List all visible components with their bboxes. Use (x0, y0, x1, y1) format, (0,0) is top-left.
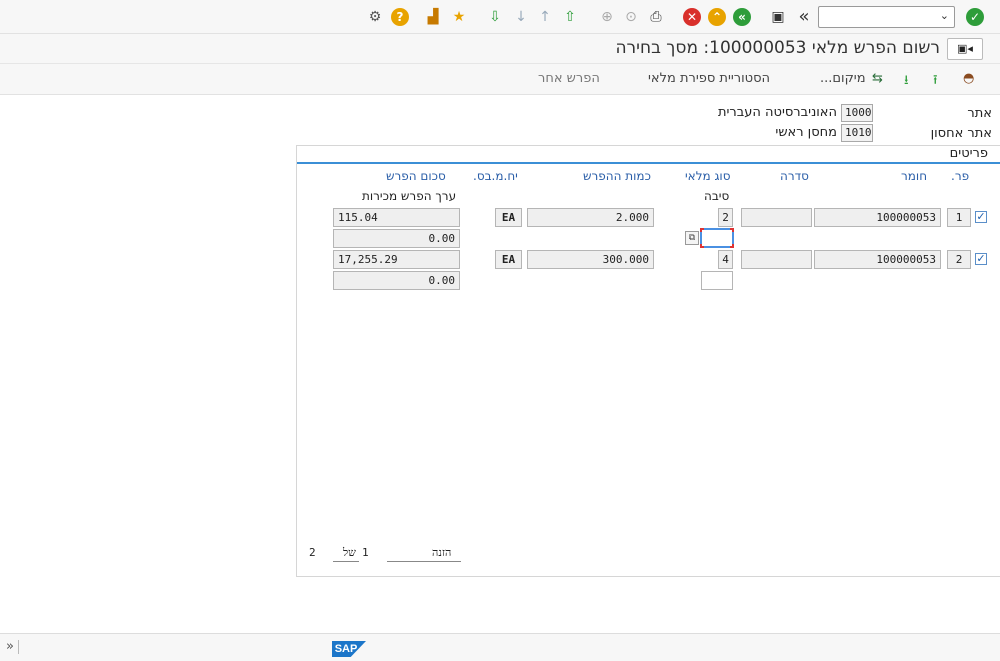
pager-total: 2 (309, 546, 316, 559)
cancel-icon[interactable]: ✕ (683, 8, 701, 26)
find-icon[interactable]: ⊙ (622, 8, 640, 26)
other-difference-button[interactable]: הפרש אחר (538, 71, 600, 86)
group-divider (297, 162, 1000, 164)
status-bar: » SAP (0, 633, 1000, 661)
col-material: חומר (901, 169, 928, 183)
batch-cell (741, 208, 812, 227)
count-history-button[interactable]: הסטוריית ספירת מלאי (648, 71, 770, 86)
page-title: רשום הפרש מלאי 100000053: מסך בחירה (615, 38, 940, 58)
reason-label: סיבה (704, 189, 730, 203)
difference-amount-cell: 17,255.29 (333, 250, 460, 269)
items-group-title: פריטים (949, 146, 988, 161)
batch-cell (741, 250, 812, 269)
row-select-checkbox[interactable]: ✓ (975, 211, 987, 223)
location-button[interactable]: מיקום... (820, 71, 866, 86)
command-field[interactable]: ⌄ (818, 6, 955, 28)
pager-of-label: של (343, 546, 356, 559)
screen-settings-icon[interactable]: ▣◂ (947, 38, 983, 60)
material-cell: 100000053 (814, 208, 941, 227)
system-toolbar: ⚙ ? ▟ ★ ⇩ ↓ ↑ ⇧ ⊕ ⊙ ⎙ ✕ ⌃ « ▣ « ⌄ ✓ (0, 0, 1000, 34)
print-icon[interactable]: ⎙ (647, 8, 665, 26)
reason-input[interactable] (700, 228, 734, 248)
plant-label: אתר (967, 106, 992, 121)
difference-qty-cell: 300.000 (527, 250, 654, 269)
download-icon[interactable]: ⭳ (904, 71, 909, 93)
pager-entry-field[interactable] (387, 561, 461, 562)
enter-icon[interactable]: ✓ (966, 8, 984, 26)
help-icon[interactable]: ? (391, 8, 409, 26)
row-select-checkbox[interactable]: ✓ (975, 253, 987, 265)
find-next-icon[interactable]: ⊕ (598, 8, 616, 26)
hat-icon[interactable]: ◓ (963, 71, 974, 86)
sales-value-diff-cell: 0.00 (333, 271, 460, 290)
plant-code-field[interactable]: 1000 (841, 104, 873, 122)
focus-corner (730, 228, 734, 232)
command-dropdown-icon[interactable]: ⌄ (940, 9, 949, 22)
pager-entry-label: הזנה (432, 546, 452, 559)
material-cell: 100000053 (814, 250, 941, 269)
pager-current-underline (333, 561, 359, 562)
application-toolbar: הפרש אחר הסטוריית ספירת מלאי מיקום... ⇆ … (0, 64, 1000, 95)
sap-logo: SAP (332, 641, 366, 657)
focus-corner (700, 244, 704, 248)
save-icon[interactable]: ▣ (769, 8, 787, 26)
stock-type-cell: 4 (718, 250, 733, 269)
value-help-icon[interactable]: ⧉ (685, 231, 699, 245)
difference-qty-cell: 2.000 (527, 208, 654, 227)
plant-name: האוניברסיטה העברית (717, 105, 837, 120)
stock-type-cell: 2 (718, 208, 733, 227)
pager-current: 1 (362, 546, 369, 559)
difference-amount-cell: 115.04 (333, 208, 460, 227)
storage-location-name: מחסן ראשי (775, 125, 837, 140)
item-number-cell: 2 (947, 250, 971, 269)
item-number-cell: 1 (947, 208, 971, 227)
col-batch: סדרה (780, 169, 809, 183)
copy-rows-icon[interactable]: ⇆ (872, 71, 883, 86)
previous-page-icon[interactable]: ↑ (536, 8, 554, 26)
reason-input[interactable] (701, 271, 733, 290)
status-divider (18, 640, 19, 654)
focus-corner (700, 228, 704, 232)
exit-icon[interactable]: ⌃ (708, 8, 726, 26)
col-base-unit: יח.מ.בס. (473, 169, 518, 183)
base-unit-cell: EA (495, 208, 522, 227)
create-session-icon[interactable]: ▟ (424, 8, 442, 26)
customize-icon[interactable]: ⚙ (366, 8, 384, 26)
first-page-icon[interactable]: ⇧ (561, 8, 579, 26)
title-bar: רשום הפרש מלאי 100000053: מסך בחירה ▣◂ (0, 34, 1000, 64)
focus-corner (730, 244, 734, 248)
col-difference-amount: סכום הפרש (386, 169, 446, 183)
col-stock-type: סוג מלאי (685, 169, 731, 183)
storage-location-code-field[interactable]: 1010 (841, 124, 873, 142)
expand-status-icon[interactable]: » (6, 639, 14, 654)
next-page-icon[interactable]: ↓ (512, 8, 530, 26)
storage-location-label: אתר אחסון (930, 126, 992, 141)
sales-value-diff-label: ערך הפרש מכירות (362, 189, 457, 203)
last-page-icon[interactable]: ⇩ (486, 8, 504, 26)
sales-value-diff-cell: 0.00 (333, 229, 460, 248)
base-unit-cell: EA (495, 250, 522, 269)
col-difference-qty: כמות ההפרש (583, 169, 651, 183)
upload-icon[interactable]: ⭱ (933, 71, 938, 93)
shortcut-icon[interactable]: ★ (450, 8, 468, 26)
back-icon[interactable]: « (733, 8, 751, 26)
col-item: פר. (951, 169, 970, 183)
collapse-icon[interactable]: « (795, 8, 813, 26)
